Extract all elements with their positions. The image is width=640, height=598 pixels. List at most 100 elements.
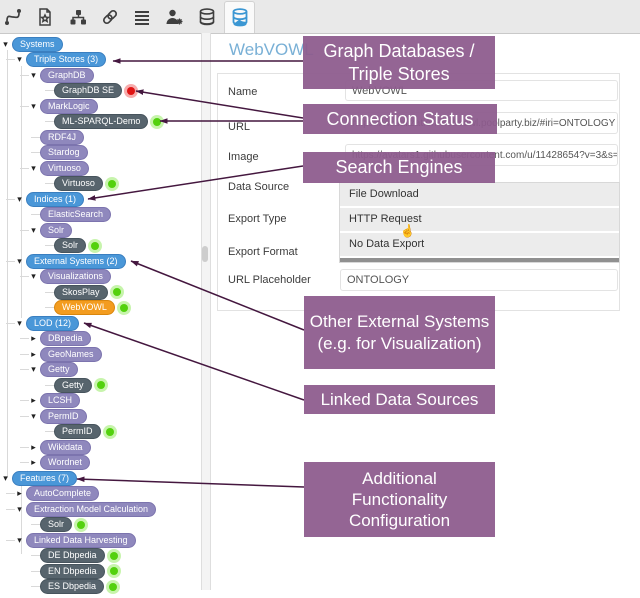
- tree-item: ▾ External Systems (2): [0, 253, 126, 269]
- tree-item-label[interactable]: Visualizations: [40, 269, 111, 284]
- tree-item-label[interactable]: RDF4J: [40, 129, 85, 145]
- expand-icon[interactable]: ▸: [29, 442, 38, 452]
- tree-item-label[interactable]: Systems: [12, 36, 63, 52]
- tree-item: Stardog: [0, 145, 88, 160]
- tree-guide-stub: [45, 245, 54, 246]
- tree-item-label[interactable]: Virtuoso: [54, 176, 103, 191]
- collapse-icon[interactable]: ▾: [15, 256, 24, 266]
- flow-connector-icon[interactable]: [2, 6, 24, 28]
- annotation-graph-databases: Graph Databases / Triple Stores: [303, 36, 495, 89]
- tree-item-label[interactable]: GeoNames: [40, 346, 102, 362]
- tree-item: ▸ Wikidata: [0, 439, 91, 455]
- collapse-icon[interactable]: ▾: [29, 163, 38, 173]
- dropdown-option-no-data-export[interactable]: No Data Export: [340, 233, 619, 258]
- connection-status-dot-green: [91, 241, 100, 250]
- tree-item-label[interactable]: LOD (12): [26, 315, 80, 331]
- collapse-icon[interactable]: ▾: [15, 318, 24, 328]
- tree-guide-stub: [20, 338, 29, 339]
- tree-item-label[interactable]: MarkLogic: [40, 98, 98, 114]
- collapse-icon[interactable]: ▾: [15, 194, 24, 204]
- tree-item-label[interactable]: Extraction Model Calculation: [26, 501, 157, 517]
- tree-item-label[interactable]: SkosPlay: [54, 284, 108, 300]
- tree-item: Virtuoso: [0, 176, 116, 191]
- tree-item-label[interactable]: ElasticSearch: [40, 207, 112, 222]
- tree-item-label[interactable]: Solr: [40, 517, 73, 532]
- dropdown-option-file-download[interactable]: File Download: [340, 183, 619, 208]
- tree-item-label[interactable]: EN Dbpedia: [40, 563, 105, 579]
- tree-item: ▾ Visualizations: [0, 269, 111, 284]
- tree-item-label[interactable]: Stardog: [40, 145, 88, 160]
- tree-item-label[interactable]: Getty: [54, 377, 92, 393]
- collapse-icon[interactable]: ▾: [1, 39, 10, 49]
- tree-item-label[interactable]: Indices (1): [26, 191, 85, 207]
- tree-item-label[interactable]: Solr: [40, 222, 73, 238]
- url-placeholder-input[interactable]: ONTOLOGY: [340, 269, 618, 291]
- collapse-icon[interactable]: ▾: [15, 55, 24, 64]
- tree-item-label[interactable]: GraphDB: [40, 67, 94, 83]
- tree-guide-stub: [31, 136, 40, 138]
- expand-icon[interactable]: ▸: [29, 349, 38, 359]
- collapse-icon[interactable]: ▾: [29, 225, 38, 235]
- user-settings-icon[interactable]: [163, 6, 185, 28]
- tree-item-label[interactable]: PermID: [54, 424, 101, 439]
- tree-item-label[interactable]: DE Dbpedia: [40, 548, 105, 563]
- link-icon[interactable]: [99, 6, 121, 28]
- expand-icon[interactable]: ▸: [29, 396, 38, 405]
- sitemap-icon[interactable]: [67, 6, 89, 28]
- collapse-icon[interactable]: ▾: [15, 504, 24, 514]
- tree-item-label[interactable]: Features (7): [12, 470, 78, 486]
- collapse-icon[interactable]: ▾: [29, 272, 38, 281]
- tree-item-label[interactable]: Triple Stores (3): [26, 52, 107, 67]
- database-icon[interactable]: [196, 6, 218, 28]
- collapse-icon[interactable]: ▾: [29, 101, 38, 111]
- tree-guide-stub: [31, 586, 40, 587]
- tree-guide-stub: [6, 260, 15, 262]
- tree-item: ▸ Wordnet: [0, 455, 90, 470]
- expand-icon[interactable]: ▸: [29, 458, 38, 467]
- tree-item-label[interactable]: Linked Data Harvesting: [26, 532, 136, 548]
- annotation-connection-status: Connection Status: [303, 104, 497, 134]
- field-label-data-source: Data Source: [228, 181, 290, 193]
- tree-guide-stub: [45, 121, 54, 122]
- tree-item-label[interactable]: Wordnet: [40, 455, 90, 470]
- tree-item-label[interactable]: Solr: [54, 238, 87, 253]
- connection-status-dot-green: [153, 117, 162, 126]
- collapse-icon[interactable]: ▾: [1, 473, 10, 483]
- expand-icon[interactable]: ▸: [29, 334, 38, 343]
- tree-item: ▾ PermID: [0, 408, 87, 424]
- collapse-icon[interactable]: ▾: [15, 535, 24, 545]
- tree-item: ▾ LOD (12): [0, 315, 80, 331]
- tree-item-label[interactable]: Getty: [40, 362, 78, 377]
- tree-item-label[interactable]: Virtuoso: [40, 160, 89, 176]
- tree-item: ▾ Systems: [0, 36, 63, 52]
- field-label-export-format: Export Format: [228, 246, 298, 258]
- tree-item: WebVOWL: [0, 300, 128, 315]
- tree-item-label[interactable]: ML-SPARQL-Demo: [54, 114, 149, 129]
- dropdown-option-http-request[interactable]: HTTP Request ☝: [340, 208, 619, 239]
- collapse-icon[interactable]: ▾: [29, 411, 38, 421]
- tree-guide-stub: [6, 59, 15, 60]
- tree-item-label[interactable]: GraphDB SE: [54, 83, 123, 98]
- database-selected-icon[interactable]: [229, 6, 251, 28]
- dropdown-scrollbar[interactable]: [340, 258, 619, 262]
- tree-item-label[interactable]: LCSH: [40, 393, 81, 408]
- tree-item-label[interactable]: PermID: [40, 408, 87, 424]
- list-icon[interactable]: [131, 6, 153, 28]
- tree-scrollbar-thumb[interactable]: [202, 246, 208, 262]
- tree-item-label[interactable]: ES Dbpedia: [40, 579, 105, 594]
- tree-item-label[interactable]: WebVOWL: [54, 300, 115, 315]
- tree-item-label[interactable]: External Systems (2): [26, 253, 126, 269]
- document-star-icon[interactable]: [34, 6, 56, 28]
- expand-icon[interactable]: ▸: [15, 489, 24, 498]
- tree-guide-stub: [20, 369, 29, 370]
- field-label-name: Name: [228, 86, 258, 98]
- annotation-additional-functionality: Additional Functionality Configuration: [304, 462, 495, 537]
- tree-item-label[interactable]: DBpedia: [40, 331, 91, 346]
- tree-item-label[interactable]: Wikidata: [40, 439, 91, 455]
- tree-item: ▾ Linked Data Harvesting: [0, 532, 136, 548]
- collapse-icon[interactable]: ▾: [29, 365, 38, 374]
- tree-item-label[interactable]: AutoComplete: [26, 486, 100, 501]
- connection-status-dot-red: [127, 86, 136, 95]
- connection-status-dot-green: [109, 551, 118, 560]
- collapse-icon[interactable]: ▾: [29, 70, 38, 80]
